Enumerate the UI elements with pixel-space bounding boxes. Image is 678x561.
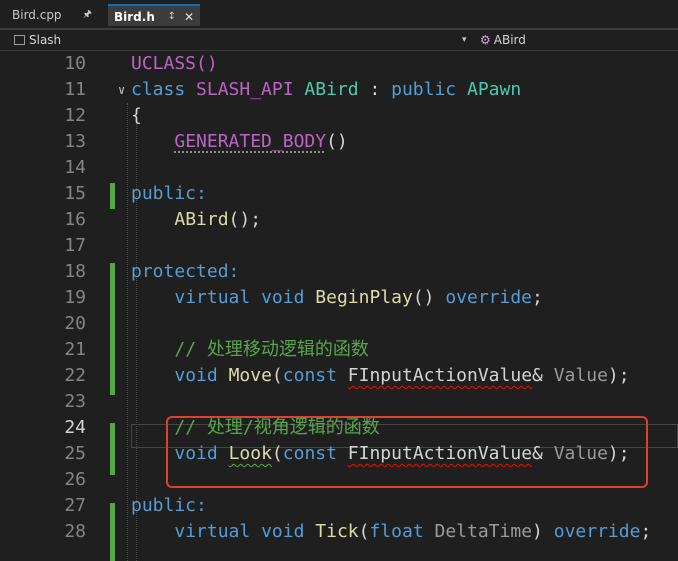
line-code: void Move(const FInputActionValue& Value…	[174, 365, 630, 386]
code-line: 14	[0, 155, 678, 181]
line-code: // 处理移动逻辑的函数	[131, 337, 369, 363]
symbol-dropdown[interactable]: ⚙ ABird	[480, 30, 526, 50]
tab-label: Bird.cpp	[12, 8, 62, 22]
line-code: ABird();	[174, 209, 262, 230]
line-number: 24	[64, 417, 86, 438]
line-number: 16	[64, 209, 86, 230]
project-icon	[14, 35, 25, 45]
code-line: 13 GENERATED_BODY()	[0, 129, 678, 155]
line-number: 26	[64, 469, 86, 490]
line-number: 21	[64, 339, 86, 360]
code-line: 19 virtual void BeginPlay() override;	[0, 285, 678, 311]
code-line: 10 UCLASS()	[0, 51, 678, 77]
line-code: virtual void Tick(float DeltaTime) overr…	[174, 521, 652, 542]
project-label: Slash	[29, 33, 62, 47]
symbol-label: ABird	[493, 33, 526, 47]
code-editor[interactable]: 10 UCLASS() 11 ∨ class SLASH_API ABird :…	[0, 51, 678, 561]
tab-bird-h[interactable]: Bird.h ↕ ✕	[108, 4, 200, 26]
code-line: 18 protected:	[0, 259, 678, 285]
comment-text: // 处理移动逻辑的函数	[174, 339, 369, 360]
line-number: 13	[64, 131, 86, 152]
close-icon[interactable]: ✕	[184, 6, 194, 28]
project-dropdown[interactable]: Slash	[14, 30, 61, 50]
document-tab-bar: Bird.cpp 🖈︎ Bird.h ↕ ✕	[0, 0, 678, 30]
chevron-down-icon[interactable]: ∨	[118, 77, 125, 103]
line-code: virtual void BeginPlay() override;	[174, 287, 543, 308]
line-number: 28	[64, 521, 86, 542]
line-number: 19	[64, 287, 86, 308]
code-line: 23	[0, 389, 678, 415]
line-number: 14	[64, 157, 86, 178]
line-number: 12	[64, 105, 86, 126]
tab-bird-cpp[interactable]: Bird.cpp 🖈︎	[6, 4, 106, 26]
line-code: class SLASH_API ABird : public APawn	[131, 79, 522, 100]
code-line: 22 void Move(const FInputActionValue& Va…	[0, 363, 678, 389]
code-line: 27 public:	[0, 493, 678, 519]
line-number: 17	[64, 235, 86, 256]
line-number: 18	[64, 261, 86, 282]
code-line: 20	[0, 311, 678, 337]
code-line: 17	[0, 233, 678, 259]
class-icon: ⚙	[480, 33, 491, 47]
line-number: 11	[64, 79, 86, 100]
line-number: 10	[64, 53, 86, 74]
line-number: 27	[64, 495, 86, 516]
line-number: 15	[64, 183, 86, 204]
code-line: 21 // 处理移动逻辑的函数	[0, 337, 678, 363]
tab-label: Bird.h	[114, 10, 155, 24]
line-code: public:	[131, 183, 207, 204]
code-line: 16 ABird();	[0, 207, 678, 233]
code-line: 15 public:	[0, 181, 678, 207]
code-line: 12 {	[0, 103, 678, 129]
line-code: public:	[131, 495, 207, 516]
line-code: {	[131, 105, 142, 126]
pin-icon[interactable]: ↕	[168, 6, 176, 28]
navigation-bar: Slash ▾ ⚙ ABird	[0, 30, 678, 51]
code-line: 28 virtual void Tick(float DeltaTime) ov…	[0, 519, 678, 545]
line-number: 20	[64, 313, 86, 334]
line-number: 23	[64, 391, 86, 412]
pin-icon[interactable]: 🖈︎	[83, 4, 92, 26]
line-code: protected:	[131, 261, 240, 282]
code-line: 11 ∨ class SLASH_API ABird : public APaw…	[0, 77, 678, 103]
line-code: UCLASS()	[131, 53, 218, 74]
line-code: GENERATED_BODY()	[174, 131, 348, 152]
line-number: 25	[64, 443, 86, 464]
annotation-highlight-box	[166, 416, 648, 488]
chevron-down-icon[interactable]: ▾	[462, 30, 467, 50]
line-number: 22	[64, 365, 86, 386]
